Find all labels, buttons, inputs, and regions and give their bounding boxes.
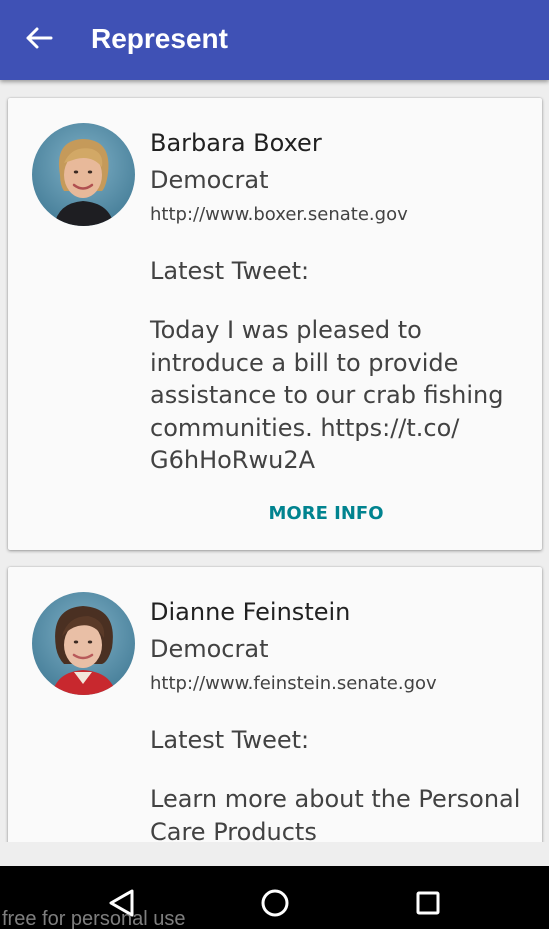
watermark-text: free for personal use <box>2 908 186 929</box>
representative-website-link[interactable]: http://www.feinstein.senate.gov <box>150 671 437 697</box>
nav-home-circle-icon <box>261 889 289 917</box>
representatives-list[interactable]: Barbara Boxer Democrat http://www.boxer.… <box>0 80 549 842</box>
representative-website-link[interactable]: http://www.boxer.senate.gov <box>150 202 408 228</box>
representative-card: Dianne Feinstein Democrat http://www.fei… <box>8 567 542 842</box>
back-button[interactable] <box>18 18 64 62</box>
app-screen: Represent Barbara Boxer Democrat http://… <box>0 0 549 929</box>
more-info-button[interactable]: MORE INFO <box>262 496 390 532</box>
nav-recents-button[interactable] <box>388 866 468 929</box>
latest-tweet-text: Learn more about the Personal Care Produ… <box>150 785 521 842</box>
app-title: Represent <box>91 23 228 54</box>
app-bar: Represent <box>0 0 549 80</box>
portrait-photo <box>32 592 135 695</box>
latest-tweet-label: Latest Tweet: <box>150 726 310 754</box>
avatar <box>32 592 135 695</box>
representative-party: Democrat <box>150 635 269 663</box>
arrow-back-icon <box>26 27 53 49</box>
latest-tweet-label: Latest Tweet: <box>150 257 310 285</box>
representative-card: Barbara Boxer Democrat http://www.boxer.… <box>8 98 542 550</box>
portrait-photo <box>32 123 135 226</box>
representative-name: Dianne Feinstein <box>150 598 351 626</box>
nav-home-button[interactable] <box>235 866 315 929</box>
representative-party: Democrat <box>150 166 269 194</box>
latest-tweet-text: Today I was pleased to introduce a bill … <box>150 316 504 474</box>
nav-recents-square-icon <box>416 891 440 915</box>
representative-name: Barbara Boxer <box>150 129 322 157</box>
avatar <box>32 123 135 226</box>
